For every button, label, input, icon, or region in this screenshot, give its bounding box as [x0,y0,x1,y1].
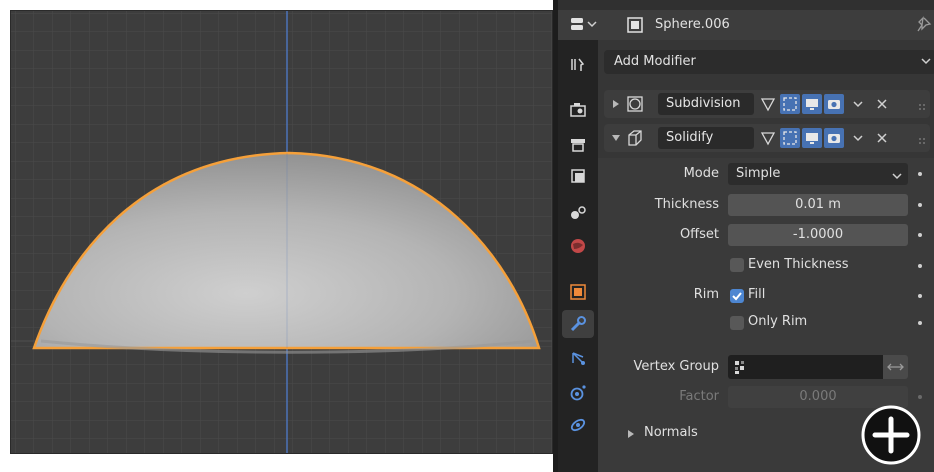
edit-mode-icon [783,131,797,145]
monitor-icon [806,133,818,144]
render-toggle[interactable] [824,128,844,148]
world-icon [571,239,585,253]
modifier-icon [570,316,586,332]
keyframe-dot [918,395,922,399]
properties-editor: Sphere.006 Add Modifier Subdivision Soli… [558,0,934,472]
solidify-icon [626,129,644,147]
monitor-icon [806,99,818,110]
rim-label: Rim [693,287,719,302]
camera-icon [828,134,840,143]
render-toggle[interactable] [824,94,844,114]
factor-label: Factor [679,389,719,404]
tab-scene[interactable] [562,198,594,226]
keyframe-dot[interactable] [918,264,922,268]
tab-render[interactable] [562,96,594,124]
modifier-name-field[interactable]: Subdivision [658,93,754,115]
offset-label: Offset [679,227,719,242]
add-overlay-button[interactable] [860,404,922,466]
tab-output[interactable] [562,131,594,159]
tab-modifiers[interactable] [562,310,594,338]
vertex-group-label: Vertex Group [633,359,720,374]
even-thickness-label[interactable]: Even Thickness [748,257,849,272]
modifier-name-field[interactable]: Solidify [658,127,754,149]
check-icon [732,292,742,301]
expand-arrow-icon[interactable] [626,428,636,438]
keyframe-dot[interactable] [918,233,922,237]
camera-icon [828,100,840,109]
offset-field[interactable]: -1.0000 [728,224,908,246]
output-icon [571,139,585,152]
viewport-toggle[interactable] [802,94,822,114]
render-icon [570,103,586,117]
tab-view-layer[interactable] [562,162,594,190]
expand-arrow-icon[interactable] [610,98,622,110]
object-icon [626,16,644,34]
modifier-subdivision: Subdivision [604,90,930,118]
chevron-down-icon [920,55,932,67]
physics-icon [570,385,586,401]
tab-constraints[interactable] [562,411,594,439]
edit-cage-toggle[interactable] [758,94,778,114]
vertex-group-field[interactable] [728,355,883,379]
viewport-area [0,0,553,472]
tab-particles[interactable] [562,344,594,372]
chevron-down-icon[interactable] [852,132,864,144]
view-layer-icon [571,169,585,183]
add-modifier-label: Add Modifier [614,54,696,69]
chevron-down-icon[interactable] [852,98,864,110]
object-icon [570,284,586,300]
drag-handle-icon[interactable] [918,134,928,144]
vertex-triangle-icon [760,132,776,146]
properties-header: Sphere.006 [558,10,934,41]
modifier-solidify: Solidify [604,124,930,152]
close-icon[interactable] [876,132,888,144]
properties-tab-bar [558,40,598,472]
pin-icon[interactable] [914,16,932,34]
scene-icon [571,206,586,219]
particles-icon [572,352,585,365]
chevron-down-icon [891,168,903,180]
thickness-field[interactable]: 0.01 m [728,194,908,216]
add-modifier-dropdown[interactable]: Add Modifier [604,50,934,74]
edit-mode-icon [783,97,797,111]
thickness-label: Thickness [654,197,719,212]
mode-label: Mode [683,166,719,181]
expand-arrow-icon[interactable] [610,132,622,144]
keyframe-dot[interactable] [918,321,922,325]
only-rim-checkbox[interactable] [730,316,744,330]
only-rim-label[interactable]: Only Rim [748,314,807,329]
constraints-icon [570,418,586,432]
swap-arrows-icon [887,363,904,371]
edit-mode-toggle[interactable] [780,128,800,148]
tab-tool[interactable] [562,50,594,78]
keyframe-dot[interactable] [918,294,922,298]
3d-viewport[interactable] [10,10,553,454]
invert-vertex-group-button[interactable] [883,355,908,379]
tool-icon [571,58,585,71]
close-icon[interactable] [876,98,888,110]
normals-subpanel-label[interactable]: Normals [644,425,698,440]
keyframe-dot[interactable] [918,203,922,207]
fill-label[interactable]: Fill [748,287,765,302]
tab-object[interactable] [562,278,594,306]
viewport-canvas[interactable] [11,11,552,453]
subdivision-icon [626,95,644,113]
tab-physics[interactable] [562,379,594,407]
mode-dropdown[interactable]: Simple [728,163,908,185]
edit-cage-toggle[interactable] [758,128,778,148]
editor-type-icon[interactable] [570,16,600,34]
keyframe-dot[interactable] [918,172,922,176]
fill-checkbox[interactable] [730,289,744,303]
viewport-toggle[interactable] [802,128,822,148]
vertex-triangle-icon [760,98,776,112]
tab-world[interactable] [562,232,594,260]
even-thickness-checkbox[interactable] [730,258,744,272]
object-name[interactable]: Sphere.006 [655,17,730,32]
drag-handle-icon[interactable] [918,100,928,110]
vertex-group-icon [734,360,748,374]
edit-mode-toggle[interactable] [780,94,800,114]
plus-circle-icon [861,405,921,465]
mode-value: Simple [736,166,781,181]
